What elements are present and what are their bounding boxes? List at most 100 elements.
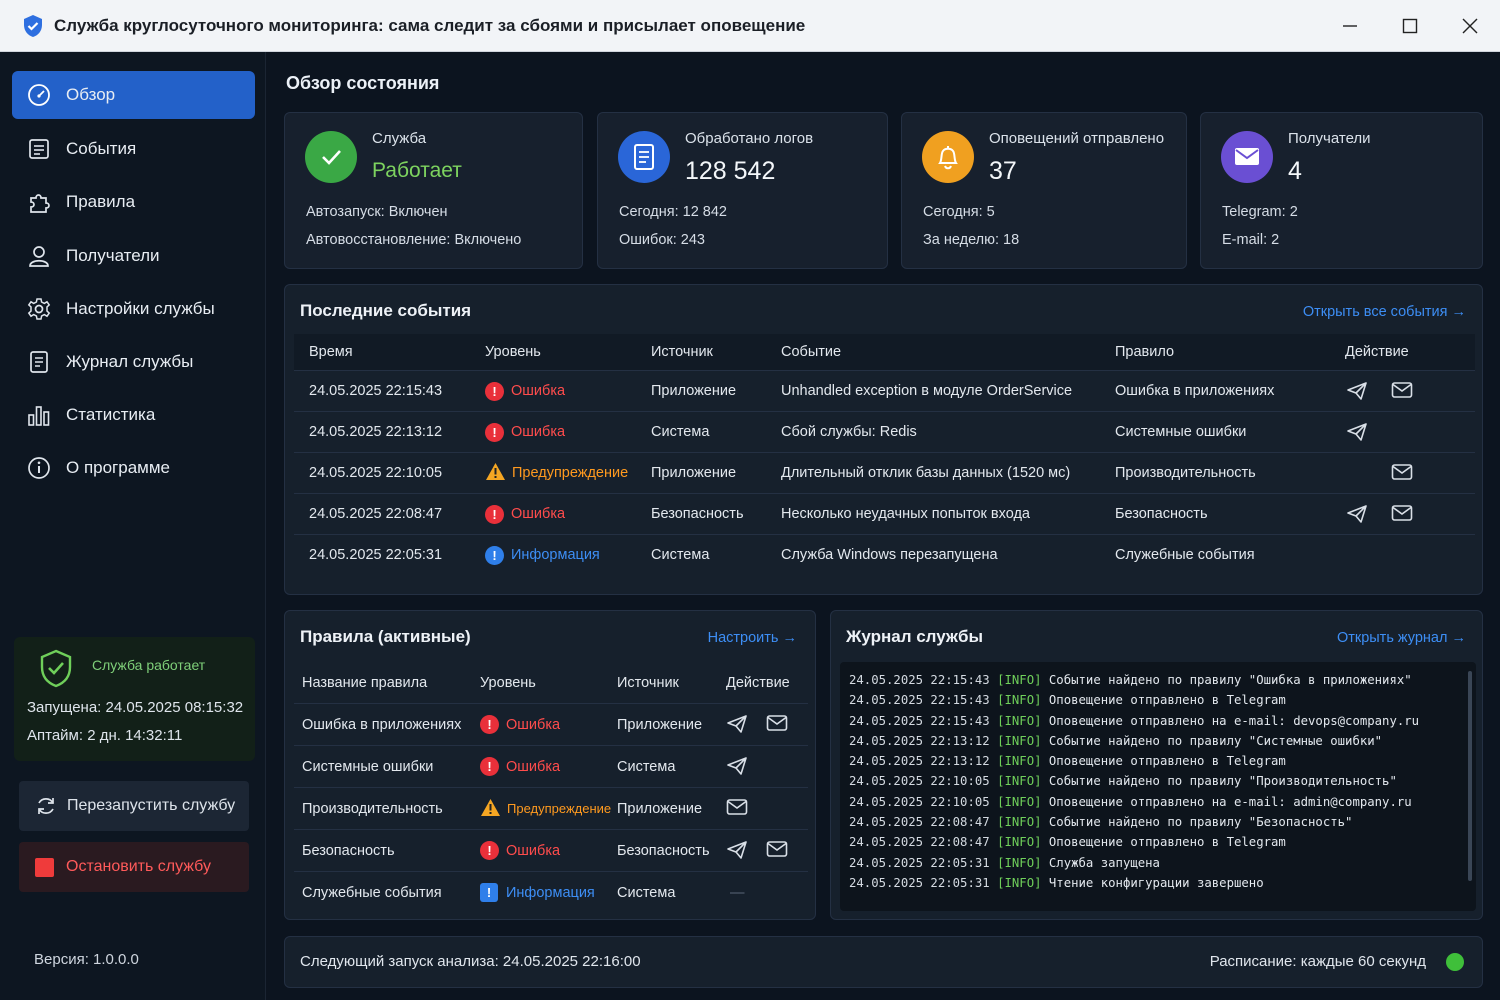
table-row[interactable]: 24.05.2025 22:15:43! Ошибка Приложение Unha…	[294, 370, 1475, 411]
gear-icon	[27, 298, 51, 320]
telegram-icon[interactable]	[1346, 504, 1368, 528]
telegram-icon[interactable]	[726, 714, 748, 738]
table-row[interactable]: Ошибка в приложениях! Ошибка Приложение	[294, 703, 808, 745]
service-started: Запущена: 24.05.2025 08:15:32	[27, 699, 244, 716]
restart-service-button[interactable]: Перезапустить службу	[19, 781, 249, 831]
event-source: Приложение	[651, 383, 737, 399]
col-header: Источник	[651, 344, 713, 360]
table-row[interactable]: 24.05.2025 22:13:12! Ошибка Система Сбой сл…	[294, 411, 1475, 452]
log-level-tag: [INFO]	[997, 754, 1042, 769]
sidebar-item-settings[interactable]: Настройки службы	[12, 285, 255, 333]
table-row[interactable]: 24.05.2025 22:05:31! Информация Система Слу…	[294, 534, 1475, 575]
table-row[interactable]: 24.05.2025 22:10:05 Предупреждение Приложе…	[294, 452, 1475, 493]
event-description: Служба Windows перезапущена	[781, 547, 998, 563]
card-alerts: Оповещений отправлено 37 Сегодня: 5 За н…	[901, 112, 1187, 269]
version-text: Версия: 1.0.0.0	[34, 951, 139, 968]
warning-icon	[480, 798, 507, 820]
level-label: Ошибка	[506, 842, 561, 859]
stop-label: Остановить службу	[66, 858, 211, 875]
telegram-icon[interactable]	[726, 840, 748, 864]
table-row[interactable]: Системные ошибки! Ошибка Система	[294, 745, 808, 787]
window-title: Служба круглосуточного мониторинга: сама…	[54, 15, 806, 35]
telegram-icon[interactable]	[1346, 381, 1368, 405]
minimize-button[interactable]	[1320, 0, 1380, 52]
log-timestamp: 24.05.2025 22:13:12	[849, 754, 990, 769]
log-level-tag: [INFO]	[997, 673, 1042, 687]
event-source: Безопасность	[651, 506, 744, 522]
log-line: 24.05.2025 22:08:47 [INFO] Событие найде…	[849, 815, 1476, 835]
table-row[interactable]: Безопасность! Ошибка Безопасность	[294, 829, 808, 871]
service-status-text: Служба работает	[92, 657, 206, 673]
error-icon: !	[485, 381, 504, 401]
sidebar-item-label: Получатели	[66, 246, 160, 265]
sidebar-item-overview[interactable]: Обзор	[12, 71, 255, 119]
telegram-icon[interactable]	[726, 756, 748, 780]
email-icon[interactable]	[1391, 381, 1413, 403]
rules-table: Название правила Уровень Источник Действ…	[294, 662, 808, 918]
warning-icon	[485, 462, 512, 485]
sidebar-item-label: Настройки службы	[66, 299, 215, 318]
arrow-right-icon: →	[1451, 630, 1467, 646]
sidebar-item-statistics[interactable]: Статистика	[12, 391, 255, 439]
telegram-icon[interactable]	[1346, 422, 1368, 446]
rule-name: Безопасность	[302, 842, 395, 859]
events-table: Время Уровень Источник Событие Правило Д…	[294, 334, 1475, 578]
log-line: 24.05.2025 22:15:43 [INFO] Оповещение от…	[849, 693, 1476, 713]
scrollbar[interactable]	[1468, 671, 1472, 881]
gauge-icon	[28, 84, 50, 106]
log-level-tag: [INFO]	[997, 855, 1042, 870]
table-header: Название правила Уровень Источник Действ…	[294, 662, 808, 703]
open-all-events-link[interactable]: Открыть все события →	[1303, 304, 1466, 320]
log-timestamp: 24.05.2025 22:10:05	[849, 794, 990, 809]
link-label: Открыть все события	[1302, 304, 1448, 320]
sidebar-item-journal[interactable]: Журнал службы	[12, 338, 255, 386]
email-icon[interactable]	[1391, 504, 1413, 526]
rule-level: ! Ошибка	[480, 704, 560, 745]
col-header: Событие	[781, 344, 842, 360]
service-uptime: Аптайм: 2 дн. 14:32:11	[27, 727, 183, 744]
card-label: Получатели	[1288, 130, 1371, 147]
rule-source: Система	[617, 758, 676, 775]
maximize-button[interactable]	[1380, 0, 1440, 52]
log-level-tag: [INFO]	[997, 733, 1042, 748]
level-label: Предупреждение	[512, 465, 629, 481]
log-line: 24.05.2025 22:10:05 [INFO] Оповещение от…	[849, 795, 1476, 815]
stop-service-button[interactable]: Остановить службу	[19, 842, 249, 892]
email-icon[interactable]	[1391, 463, 1413, 485]
event-time: 24.05.2025 22:05:31	[309, 547, 443, 563]
log-message: Оповещение отправлено на e-mail: devops@…	[1048, 713, 1420, 728]
log-message: Оповещение отправлено в Telegram	[1048, 693, 1286, 708]
card-logs: Обработано логов 128 542 Сегодня: 12 842…	[597, 112, 888, 269]
panel-title: Правила (активные)	[300, 627, 471, 646]
email-icon[interactable]	[766, 714, 788, 736]
event-source: Приложение	[651, 465, 737, 481]
event-rule: Производительность	[1115, 465, 1256, 481]
sidebar-item-rules[interactable]: Правила	[12, 178, 255, 226]
log-timestamp: 24.05.2025 22:08:47	[849, 835, 990, 850]
table-row[interactable]: 24.05.2025 22:08:47! Ошибка Безопасность Не…	[294, 493, 1475, 534]
sidebar-item-label: Журнал службы	[66, 352, 194, 371]
email-icon[interactable]	[766, 840, 788, 862]
log-message: Оповещение отправлено в Telegram	[1048, 835, 1286, 850]
log-timestamp: 24.05.2025 22:05:31	[849, 875, 990, 890]
log-line: 24.05.2025 22:15:43 [INFO] Событие найде…	[849, 673, 1476, 693]
rule-level: ! Ошибка	[480, 746, 560, 787]
rule-name: Служебные события	[302, 884, 442, 901]
configure-rules-link[interactable]: Настроить →	[708, 630, 797, 646]
sidebar-item-about[interactable]: О программе	[12, 444, 255, 492]
maximize-icon	[1402, 18, 1418, 34]
rule-name: Производительность	[302, 800, 443, 817]
journal-log[interactable]: 24.05.2025 22:15:43 [INFO] Событие найде…	[840, 662, 1476, 911]
panel-title: Последние события	[300, 301, 472, 320]
close-button[interactable]	[1440, 0, 1500, 52]
table-row[interactable]: Производительность Предупреждение Приложен…	[294, 787, 808, 829]
sidebar-item-recipients[interactable]: Получатели	[12, 232, 255, 280]
arrow-right-icon: →	[782, 630, 798, 646]
open-journal-link[interactable]: Открыть журнал →	[1337, 630, 1466, 646]
level-label: Ошибка	[511, 424, 566, 440]
sidebar-item-events[interactable]: События	[12, 125, 255, 173]
table-row[interactable]: Служебные события! Информация Система —	[294, 871, 808, 913]
email-icon[interactable]	[726, 798, 748, 820]
recent-events-panel: Последние события Открыть все события → …	[284, 284, 1483, 595]
sidebar-item-label: О программе	[66, 458, 171, 477]
